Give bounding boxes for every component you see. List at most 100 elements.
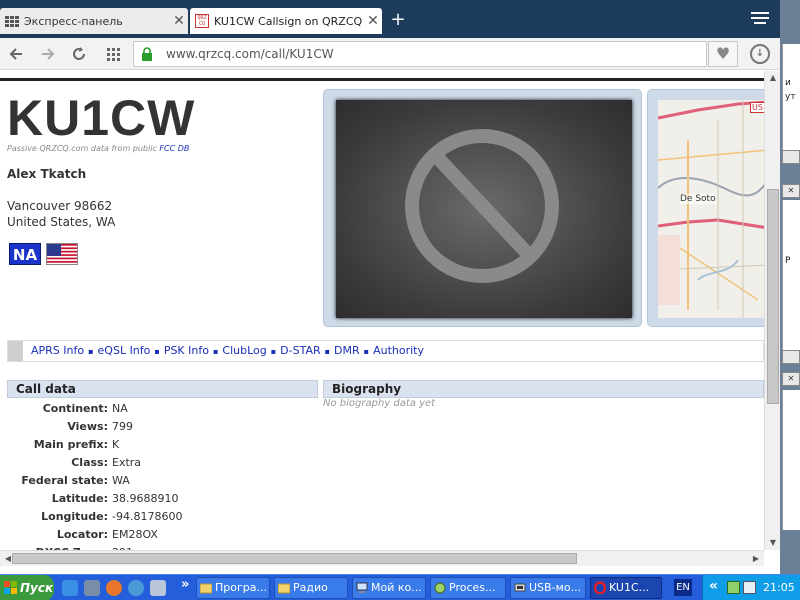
taskbar-item-folder-programs[interactable]: Програ...	[196, 577, 270, 599]
tab-speed-dial[interactable]: Экспресс-панель ✕	[0, 8, 188, 34]
forward-arrow-icon[interactable]	[36, 44, 58, 64]
app-icon[interactable]	[150, 580, 166, 596]
link-separator: ▪	[363, 347, 370, 356]
no-entry-icon	[405, 129, 559, 283]
taskbar-item-process[interactable]: Proces...	[430, 577, 506, 599]
row-value: 799	[112, 419, 133, 433]
link-psk-info[interactable]: PSK Info	[164, 344, 209, 357]
speed-dial-grid-icon[interactable]	[102, 44, 124, 64]
table-row: Main prefix: K	[7, 435, 318, 453]
map-city-label: De Soto	[680, 194, 716, 204]
folder-icon	[199, 581, 213, 594]
network-icon[interactable]	[727, 581, 740, 594]
taskbar-item-my-computer[interactable]: Мой ко...	[352, 577, 426, 599]
system-tray: « 21:05	[702, 575, 800, 600]
background-window-close-icon[interactable]: ✕	[782, 372, 800, 386]
top-divider	[0, 78, 764, 81]
address-line-1: Vancouver 98662	[7, 199, 113, 213]
scroll-down-icon[interactable]: ▼	[765, 536, 781, 550]
start-button[interactable]: Пуск	[0, 575, 54, 600]
quick-launch-more-icon[interactable]: »	[181, 577, 189, 592]
tray-expand-icon[interactable]: «	[709, 578, 718, 594]
row-value: EM28OX	[112, 527, 158, 541]
vertical-scroll-thumb[interactable]	[767, 189, 779, 404]
taskbar-item-label: USB-мо...	[529, 581, 582, 594]
row-value: NA	[112, 401, 128, 415]
table-row: Views: 799	[7, 417, 318, 435]
map-route-badge: US	[750, 102, 764, 113]
continent-badge[interactable]: NA	[9, 243, 41, 265]
tray-app-icon[interactable]	[743, 581, 756, 594]
background-window-close-icon[interactable]: ✕	[782, 184, 800, 198]
scroll-up-icon[interactable]: ▲	[765, 71, 781, 85]
table-row: DXCC Zone:291	[7, 543, 318, 551]
background-window-button[interactable]	[782, 150, 800, 164]
taskbar-item-opera[interactable]: KU1C...	[590, 577, 662, 599]
tab-close-icon[interactable]: ✕	[364, 13, 382, 29]
row-key: Views:	[67, 419, 108, 433]
row-key: Locator:	[56, 527, 108, 541]
no-photo-image	[336, 100, 632, 318]
row-key: Class:	[71, 455, 108, 469]
row-key: Continent:	[42, 401, 108, 415]
internet-explorer-icon[interactable]	[62, 580, 78, 596]
tab-menu-icon[interactable]	[751, 12, 769, 28]
background-window-panel: Р	[782, 200, 800, 350]
reload-icon[interactable]	[68, 44, 90, 64]
tab-strip: Экспресс-панель ✕ QRZ CQ KU1CW Callsign o…	[0, 0, 780, 38]
background-window-text: и	[785, 78, 791, 88]
opera-icon	[593, 581, 607, 595]
scroll-right-icon[interactable]: ▶	[748, 552, 764, 566]
background-window-panel: и ут	[782, 44, 800, 152]
callsign-title: KU1CW	[7, 90, 196, 146]
taskbar-item-usb-modem[interactable]: USB-мо...	[510, 577, 586, 599]
horizontal-scroll-thumb[interactable]	[12, 553, 577, 564]
qrzcq-favicon-icon: QRZ CQ	[194, 14, 210, 28]
tab-title: Экспресс-панель	[24, 14, 123, 28]
new-tab-button[interactable]: +	[388, 8, 408, 32]
url-field[interactable]: www.qrzcq.com/call/KU1CW	[133, 41, 707, 67]
back-arrow-icon[interactable]	[6, 44, 28, 64]
bookmark-heart-icon[interactable]: ♥	[708, 41, 738, 67]
tab-title: KU1CW Callsign on QRZCQ -	[214, 14, 364, 28]
background-window-button[interactable]	[782, 350, 800, 364]
link-clublog[interactable]: ClubLog	[222, 344, 266, 357]
horizontal-scrollbar[interactable]: ◀ ▶	[0, 550, 764, 566]
computer-icon	[356, 581, 368, 594]
data-source-text: Passive QRZCQ.com data from public	[7, 144, 160, 153]
us-flag-icon[interactable]	[46, 243, 78, 265]
usb-modem-icon	[514, 581, 526, 594]
language-indicator[interactable]: EN	[674, 579, 692, 596]
row-key: Latitude:	[51, 491, 108, 505]
link-d-star[interactable]: D-STAR	[280, 344, 320, 357]
link-eqsl-info[interactable]: eQSL Info	[98, 344, 151, 357]
link-authority[interactable]: Authority	[373, 344, 424, 357]
clock[interactable]: 21:05	[763, 581, 795, 594]
background-window-panel	[782, 390, 800, 530]
show-desktop-icon[interactable]	[84, 580, 100, 596]
tab-qrzcq[interactable]: QRZ CQ KU1CW Callsign on QRZCQ - ✕	[190, 8, 382, 34]
url-text: www.qrzcq.com/call/KU1CW	[166, 47, 334, 61]
vertical-scrollbar[interactable]: ▲ ▼	[764, 71, 780, 550]
call-data-table: Continent: NA Views: 799 Main prefix: K Cla…	[7, 399, 318, 551]
location-map[interactable]: De Soto US	[658, 100, 764, 318]
link-dmr[interactable]: DMR	[334, 344, 360, 357]
map-roads-icon	[658, 100, 764, 318]
taskbar-item-folder-radio[interactable]: Радио	[274, 577, 348, 599]
row-value: Extra	[112, 455, 142, 469]
link-aprs-info[interactable]: APRS Info	[31, 344, 84, 357]
row-key: Longitude:	[41, 509, 108, 523]
taskbar-item-label: Мой ко...	[371, 581, 422, 594]
app-icon[interactable]	[128, 580, 144, 596]
link-list: APRS Info ▪ eQSL Info ▪ PSK Info ▪ ClubLog ▪ D-S…	[31, 344, 424, 357]
taskbar-item-label: Програ...	[215, 581, 267, 594]
process-icon	[434, 581, 446, 594]
table-row: Longitude: -94.8178600	[7, 507, 318, 525]
firefox-icon[interactable]	[106, 580, 122, 596]
fcc-db-link[interactable]: FCC DB	[159, 144, 189, 153]
download-icon[interactable]: ↓	[750, 44, 770, 64]
row-value: 38.9688910	[112, 491, 179, 505]
table-row: Federal state: WA	[7, 471, 318, 489]
tab-close-icon[interactable]: ✕	[170, 13, 188, 29]
map-frame: De Soto US	[647, 89, 764, 327]
